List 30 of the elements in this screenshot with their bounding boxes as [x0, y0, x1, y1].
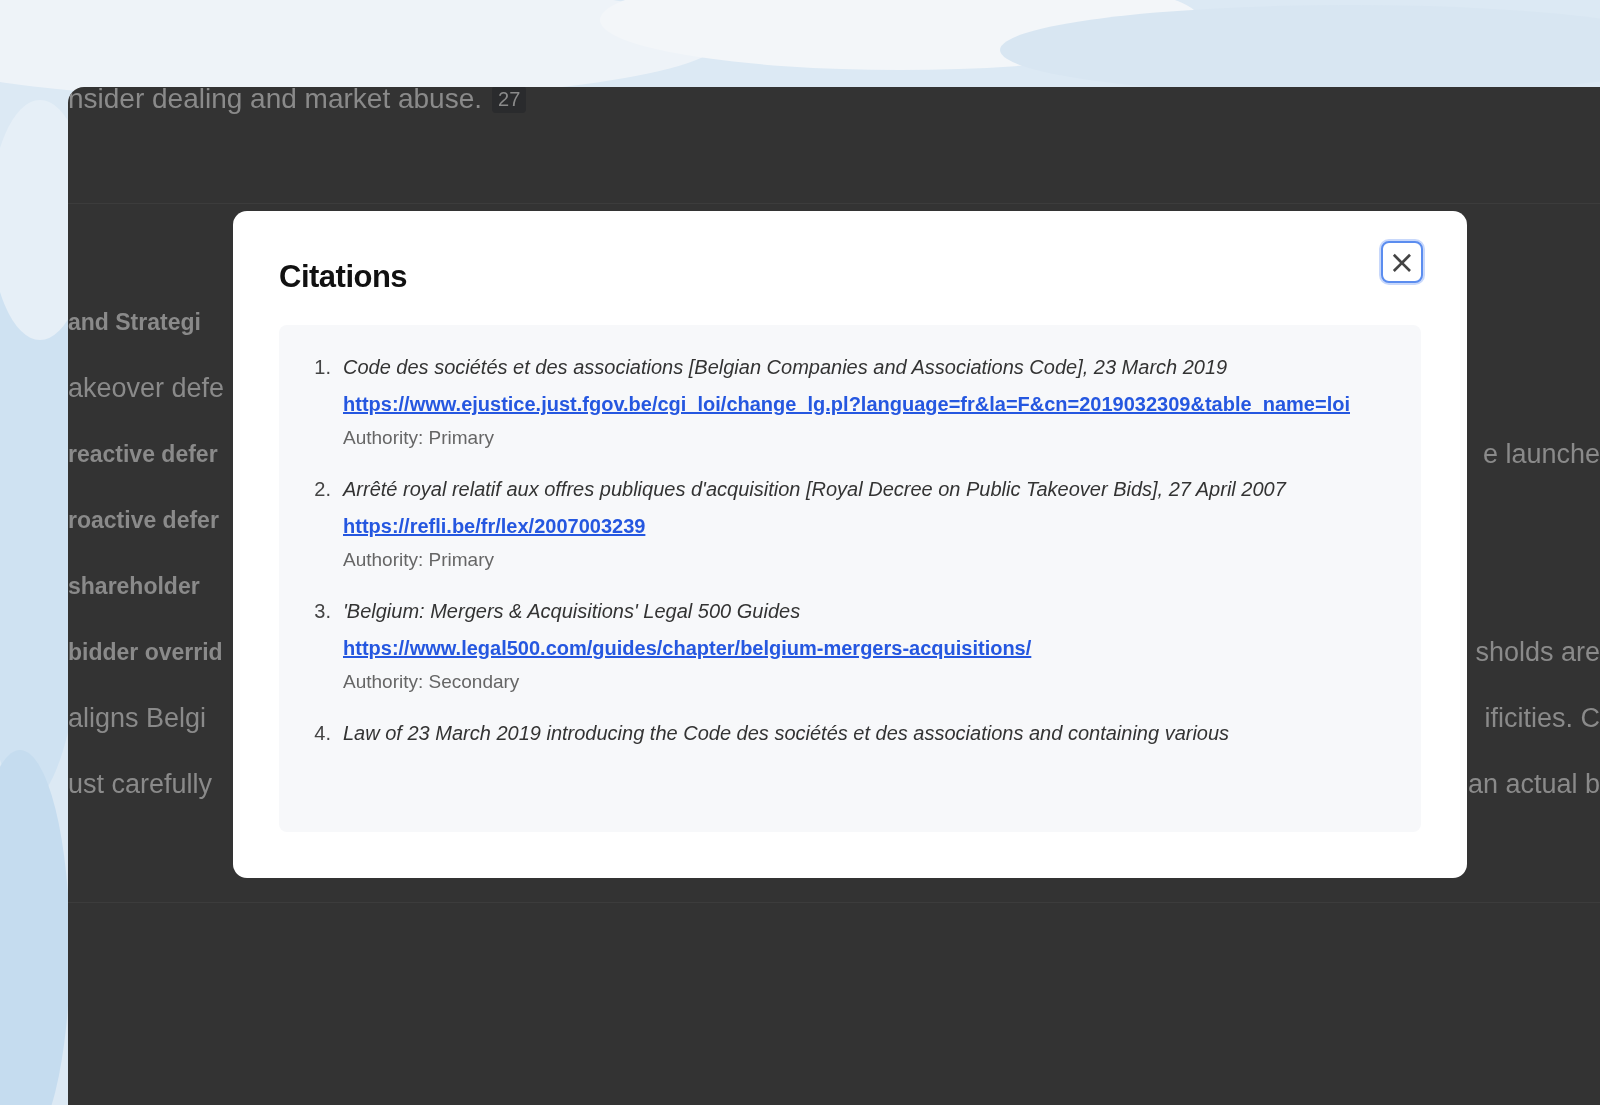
authority-text: Authority: Primary — [343, 548, 495, 572]
citation-link[interactable]: https://www.legal500.com/guides/chapter/belgium-mergers-acquisitions/ — [343, 633, 1032, 663]
authority-text: Authority: Primary — [343, 426, 495, 450]
page-text: ust carefully — [68, 768, 213, 800]
citation-link[interactable]: https://www.ejustice.just.fgov.be/cgi_loi/change_lg.pl?language=fr&la=F&cn=2019032309&table_name=loi — [343, 389, 1350, 419]
list-number: 1. — [313, 355, 331, 380]
citation-link[interactable]: https://refli.be/fr/lex/2007003239 — [343, 511, 646, 541]
page-text: ificities. C — [1484, 702, 1600, 734]
citation-title: Arrêté royal relatif aux offres publiques d'acquisition [Royal Decree on Public Takeover Bids], 27 April 2007 — [343, 477, 1286, 502]
list-number: 3. — [313, 599, 331, 624]
citation-title: Law of 23 March 2019 introducing the Code des sociétés et des associations and containing various — [343, 721, 1230, 746]
page-text: and Strategi — [68, 308, 201, 336]
page-text: e launche — [1482, 438, 1600, 470]
list-number: 2. — [313, 477, 331, 502]
dialog-title: Citations — [279, 259, 408, 295]
page-text: an actual b — [1467, 768, 1600, 800]
page-text: shareholder — [68, 572, 200, 600]
page-text: aligns Belgi — [68, 702, 207, 734]
page-text: sholds are — [1475, 636, 1600, 668]
page-text: bidder overrid — [68, 638, 223, 666]
page-text: nsider dealing and market abuse. — [68, 87, 483, 115]
page-text: roactive defer — [68, 506, 219, 534]
list-number: 4. — [313, 721, 331, 746]
authority-text: Authority: Secondary — [343, 670, 521, 694]
citation-title: 'Belgium: Mergers & Acquisitions' Legal 500 Guides — [343, 599, 802, 624]
close-button[interactable]: × — [1381, 241, 1423, 283]
citation-title: Code des sociétés et des associations [Belgian Companies and Associations Code], 23 March 2019 — [343, 355, 1229, 380]
page-text: akeover defe — [68, 372, 225, 404]
citation-badge[interactable]: 27 — [492, 87, 527, 113]
page-text: reactive defer — [68, 440, 218, 468]
